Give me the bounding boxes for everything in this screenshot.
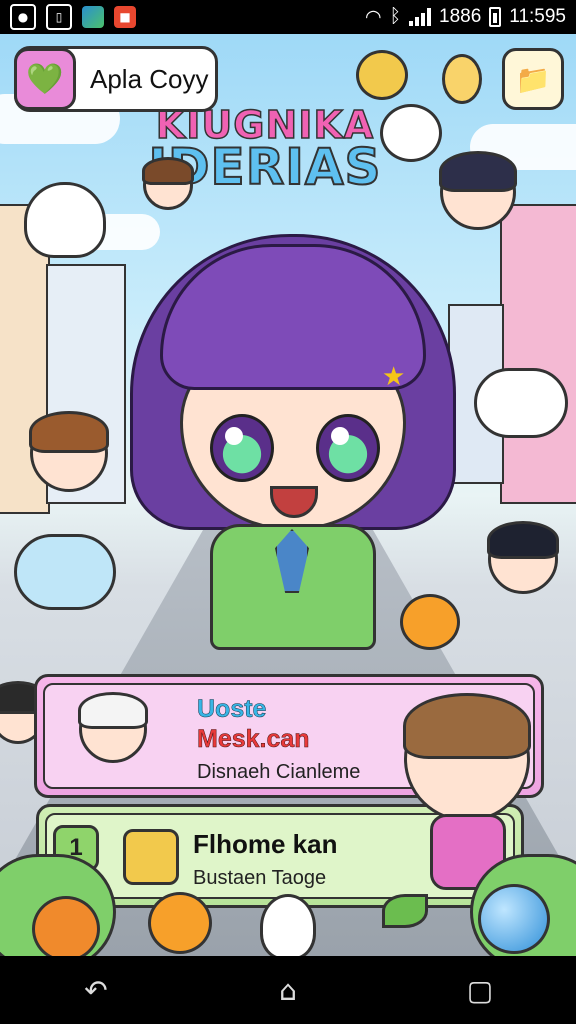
signal-icon [409, 8, 432, 26]
rabbit-mascot-icon [260, 894, 316, 956]
card-subtitle: Disnaeh Cianleme [197, 761, 361, 783]
chibi-character [439, 151, 517, 230]
status-bar: ● ▯ ■ ◠ ᛒ 1886 11:595 [0, 0, 576, 34]
app-notification-icon: ■ [114, 6, 136, 28]
photo-icon [82, 6, 104, 28]
system-nav-bar: ↶ ⌂ ▢ [0, 956, 576, 1024]
onigiri-mascot-icon [24, 182, 106, 258]
card-subtitle: Bustaen Taoge [193, 867, 327, 889]
star-icon: ★ [382, 362, 406, 392]
character-eye-left [210, 414, 274, 482]
card-title-line-2: Mesk.can [197, 725, 310, 754]
blue-ball-icon [478, 884, 550, 954]
folder-icon: 📁 [515, 62, 551, 96]
chat-bubble-icon [14, 534, 116, 610]
home-scene: KIUGNIKA IDERIAS ★ 💚 Apla Coyy 📁 Uoste M… [0, 34, 576, 956]
orange-fruit-icon [148, 892, 212, 954]
speech-bubble-icon [474, 368, 568, 438]
building-right [500, 204, 576, 504]
leaf-icon [382, 894, 428, 928]
trophy-icon [123, 829, 179, 885]
back-icon[interactable]: ↶ [66, 965, 126, 1015]
bluetooth-icon: ᛒ [389, 6, 402, 27]
status-right: ◠ ᛒ 1886 11:595 [365, 6, 566, 29]
cat-mascot-icon [380, 104, 442, 162]
home-icon[interactable]: ⌂ [258, 965, 318, 1015]
notification-icon: ● [10, 4, 36, 30]
white-hair-character-icon [78, 692, 148, 763]
main-character: ★ [120, 224, 460, 650]
profile-label: Apla Coyy [90, 63, 209, 94]
chibi-character [142, 157, 194, 210]
lightbulb-icon [442, 54, 482, 104]
card-title-line-1: Uoste [197, 695, 267, 724]
battery-text: 1886 [439, 6, 482, 27]
character-eye-right [316, 414, 380, 482]
chibi-character [487, 521, 559, 594]
candy-icon [356, 50, 408, 100]
sim-icon: ▯ [46, 4, 72, 30]
folder-button[interactable]: 📁 [502, 48, 564, 110]
card-title: Flhome kan [193, 829, 338, 859]
status-left: ● ▯ ■ [10, 4, 136, 30]
brown-hair-character [403, 693, 531, 822]
battery-icon [489, 7, 502, 27]
fox-mascot-icon [32, 896, 100, 956]
recents-icon[interactable]: ▢ [450, 965, 510, 1015]
heart-icon[interactable]: 💚 [14, 48, 76, 110]
wifi-icon: ◠ [365, 6, 382, 28]
profile-pill[interactable]: 💚 Apla Coyy [14, 46, 218, 112]
clock: 11:595 [509, 6, 566, 27]
chibi-character [29, 411, 109, 492]
